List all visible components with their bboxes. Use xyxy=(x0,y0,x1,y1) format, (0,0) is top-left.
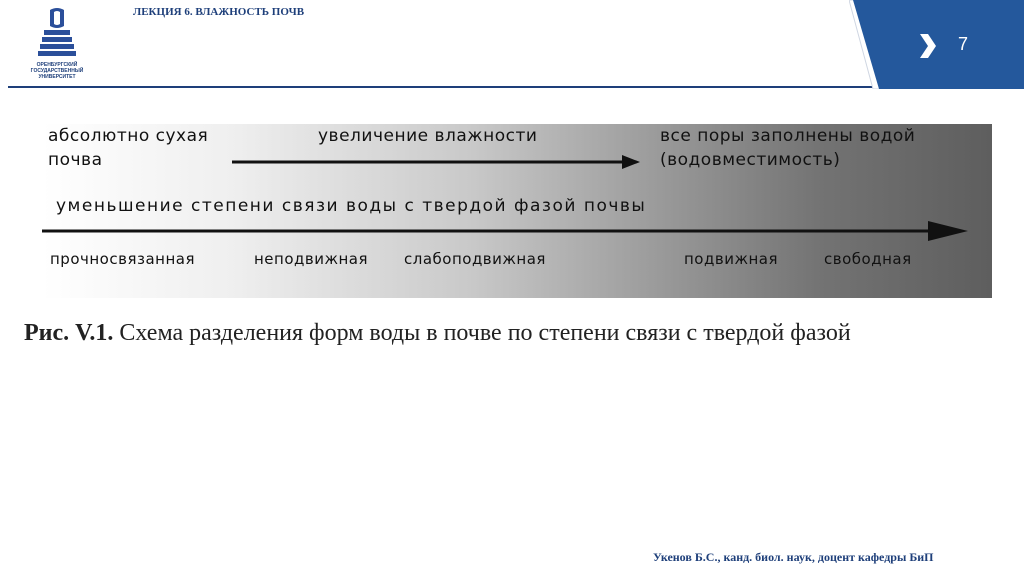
author-footer: Укенов Б.С., канд. биол. наук, доцент ка… xyxy=(653,550,934,564)
label-tightly-bound: прочносвязанная xyxy=(50,250,195,268)
label-increasing-moisture: увеличение влажности xyxy=(318,126,538,146)
label-pores-filled-line1: все поры заполнены водой xyxy=(660,126,916,146)
figure-caption: Рис. V.1. Схема разделения форм воды в п… xyxy=(24,320,1014,347)
label-pores-filled-line2: (водовместимость) xyxy=(660,150,841,170)
header-divider xyxy=(8,86,878,88)
label-weakly-mobile: слабоподвижная xyxy=(404,250,546,268)
label-immobile: неподвижная xyxy=(254,250,369,268)
page-number: 7 xyxy=(958,34,969,54)
logo-emblem-icon xyxy=(38,8,76,56)
university-logo: ОРЕНБУРГСКИЙ ГОСУДАРСТВЕННЫЙ УНИВЕРСИТЕТ xyxy=(24,6,90,80)
logo-text: ОРЕНБУРГСКИЙ ГОСУДАРСТВЕННЫЙ УНИВЕРСИТЕТ xyxy=(30,62,84,80)
label-dry-soil-line1: абсолютно сухая xyxy=(48,126,209,146)
label-decreasing-bond: уменьшение степени связи воды с твердой … xyxy=(56,196,647,216)
moisture-arrow-icon xyxy=(232,155,640,169)
caption-label: Рис. V.1. xyxy=(24,320,114,346)
label-free: свободная xyxy=(824,250,912,268)
label-mobile: подвижная xyxy=(684,250,778,268)
chevron-right-icon[interactable] xyxy=(916,32,938,60)
caption-text: Схема разделения форм воды в почве по ст… xyxy=(119,320,851,346)
bond-arrow-icon xyxy=(42,221,968,241)
label-dry-soil-line2: почва xyxy=(48,150,103,170)
water-forms-scheme: абсолютно сухая почва увеличение влажнос… xyxy=(42,124,992,298)
lecture-title: ЛЕКЦИЯ 6. ВЛАЖНОСТЬ ПОЧВ xyxy=(133,6,305,18)
